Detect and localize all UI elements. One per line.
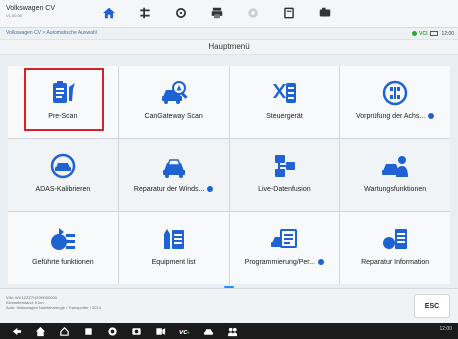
- info-icon[interactable]: [207, 185, 214, 192]
- tile-programmierung[interactable]: Programmierung/Per...: [229, 212, 340, 284]
- clipboard-wrench-icon: [48, 79, 78, 107]
- tile-label: Geführte funktionen: [32, 258, 94, 266]
- guided-functions-icon: [48, 225, 78, 253]
- nav-people-button[interactable]: [222, 324, 242, 338]
- settings-button[interactable]: [166, 2, 196, 24]
- tile-pre-scan[interactable]: Pre-Scan: [8, 66, 118, 138]
- battery-icon: [430, 31, 439, 36]
- svg-text:VC: VC: [179, 329, 187, 335]
- adas-icon: [48, 152, 78, 180]
- tile-wartungsfunktionen[interactable]: Wartungsfunktionen: [340, 139, 450, 211]
- car-line: Auto: Volkswagen Nutzfahrzeuge / Transpo…: [6, 305, 101, 310]
- tile-label: Steuergerät: [266, 112, 303, 120]
- tile-reparatur-information[interactable]: Reparatur Information: [340, 212, 450, 284]
- maintenance-icon: [380, 152, 410, 180]
- nav-house-button[interactable]: [54, 324, 74, 338]
- repair-info-icon: [380, 225, 410, 253]
- tile-adas-kalibrieren[interactable]: ADAS-Kalibrieren: [8, 139, 118, 211]
- recent-apps-icon: [84, 327, 92, 335]
- ecu-list-icon: [269, 79, 299, 107]
- windshield-repair-icon: [159, 152, 189, 180]
- gear-icon: [176, 8, 186, 18]
- equipment-list-icon: [159, 225, 189, 253]
- breadcrumb-bar: Volkswagen CV > Automatische Auswahl VCI…: [0, 28, 458, 40]
- app-window: Volkswagen CV V1.00.00 Volkswagen CV > A…: [0, 0, 458, 339]
- back-icon: [12, 327, 21, 335]
- gallery-icon: [131, 327, 141, 335]
- home-icon: [103, 7, 115, 19]
- nav-back-button[interactable]: [6, 324, 26, 338]
- tile-label: ADAS-Kalibrieren: [35, 185, 91, 193]
- tile-steuergeraet[interactable]: Steuergerät: [229, 66, 340, 138]
- system-navbar: VC 12:00: [0, 323, 458, 339]
- tile-label: Equipment list: [151, 258, 196, 266]
- browser-icon: [107, 326, 117, 336]
- tile-equipment-list[interactable]: Equipment list: [118, 212, 229, 284]
- house-icon: [59, 326, 69, 336]
- vehicle-version: V1.00.00: [6, 13, 23, 18]
- home-button[interactable]: [94, 2, 124, 24]
- camera-button[interactable]: [310, 2, 340, 24]
- tile-label: Reparatur der Winds...: [134, 185, 214, 193]
- camera-icon: [319, 7, 331, 17]
- vci-status[interactable]: VCI: [412, 31, 427, 37]
- vci-label: VCI: [419, 30, 428, 37]
- vci-connected-icon: [412, 31, 418, 36]
- tile-cangateway-scan[interactable]: CanGateway Scan: [118, 66, 229, 138]
- data-icon: [284, 7, 294, 19]
- nav-screen-record-button[interactable]: [150, 324, 170, 338]
- nav-gallery-button[interactable]: [126, 324, 146, 338]
- page-title: Hauptmenü: [0, 40, 458, 55]
- tile-live-datenfusion[interactable]: Live-Datenfusion: [229, 139, 340, 211]
- tile-label: Programmierung/Per...: [245, 258, 325, 266]
- status-time: 12:00: [441, 30, 454, 37]
- tile-gefuehrte-funktionen[interactable]: Geführte funktionen: [8, 212, 118, 284]
- tile-vorpruefung-achse[interactable]: Vorprüfung der Achs...: [340, 66, 450, 138]
- live-data-icon: [269, 152, 299, 180]
- tools-icon: [140, 7, 150, 19]
- vehicle-name: Volkswagen CV: [6, 5, 56, 12]
- nav-recent-button[interactable]: [78, 324, 98, 338]
- status-area: VCI 12:00: [412, 29, 454, 38]
- programming-icon: [269, 225, 299, 253]
- nav-browser-button[interactable]: [102, 324, 122, 338]
- breadcrumb[interactable]: Volkswagen CV > Automatische Auswahl: [6, 30, 97, 36]
- car-scan-icon: [159, 79, 189, 107]
- tile-label: Wartungsfunktionen: [364, 185, 427, 193]
- tile-label: Reparatur Information: [361, 258, 430, 266]
- axle-check-icon: [380, 79, 410, 107]
- tile-label: CanGateway Scan: [144, 112, 203, 120]
- nav-home-button[interactable]: [30, 324, 50, 338]
- tile-label: Live-Datenfusion: [258, 185, 311, 193]
- esc-button[interactable]: ESC: [414, 294, 450, 318]
- info-icon[interactable]: [428, 112, 435, 119]
- tile-label: Pre-Scan: [48, 112, 78, 120]
- print-icon: [211, 7, 223, 19]
- info-icon[interactable]: [318, 258, 325, 265]
- vehicle-info-bar: VIN: WV1ZZZ7HZ0H000000 Kilometerstand: 0…: [0, 288, 458, 324]
- help-button[interactable]: [238, 2, 268, 24]
- system-clock: 12:00: [439, 326, 452, 332]
- tile-reparatur-windschutz[interactable]: Reparatur der Winds...: [118, 139, 229, 211]
- people-icon: [227, 327, 237, 336]
- top-toolbar: Volkswagen CV V1.00.00: [0, 0, 458, 28]
- car-icon: [203, 328, 213, 335]
- help-icon: [248, 8, 258, 18]
- data-button[interactable]: [274, 2, 304, 24]
- tools-button[interactable]: [130, 2, 160, 24]
- vci-icon: VC: [179, 329, 189, 335]
- nav-vci-button[interactable]: VC: [174, 324, 194, 338]
- vehicle-details: VIN: WV1ZZZ7HZ0H000000 Kilometerstand: 0…: [6, 295, 266, 310]
- vehicle-info[interactable]: Volkswagen CV V1.00.00: [6, 4, 76, 24]
- tile-label: Vorprüfung der Achs...: [356, 112, 435, 120]
- nav-car-button[interactable]: [198, 324, 218, 338]
- function-grid: Pre-Scan CanGateway Scan Steuergerät Vor…: [8, 66, 450, 284]
- print-button[interactable]: [202, 2, 232, 24]
- screen-record-icon: [155, 327, 165, 335]
- home-icon: [35, 326, 45, 336]
